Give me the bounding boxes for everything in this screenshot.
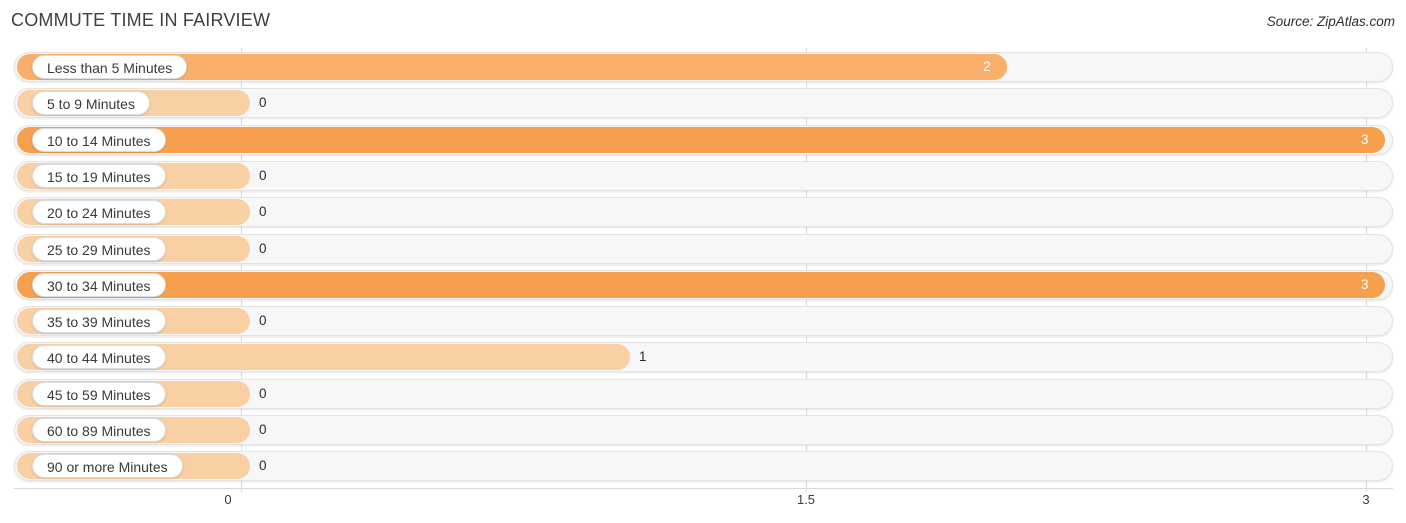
bar-category-label: Less than 5 Minutes (32, 55, 188, 79)
page-title: COMMUTE TIME IN FAIRVIEW (11, 10, 271, 30)
bar-fill (17, 271, 1385, 298)
axis-line (14, 488, 1393, 489)
bar-category-label: 35 to 39 Minutes (32, 309, 166, 334)
bar-value-label: 0 (259, 204, 267, 220)
bar-value-label: 0 (259, 422, 267, 437)
bar-row[interactable]: 0 5 to 9 Minutes (0, 88, 1406, 119)
source-attribution: Source: ZipAtlas.com (1266, 14, 1395, 29)
bar-row[interactable]: 0 35 to 39 Minutes (0, 306, 1406, 337)
x-axis: 0 1.5 3 (0, 488, 1406, 523)
bar-category-label: 25 to 29 Minutes (32, 236, 166, 261)
bar-value-label: 1 (639, 349, 647, 365)
bar-row[interactable]: 0 45 to 59 Minutes (0, 378, 1406, 409)
bar-category-label: 5 to 9 Minutes (32, 91, 150, 116)
bar-row[interactable]: 0 60 to 89 Minutes (0, 415, 1406, 445)
bar-row[interactable]: 3 30 to 34 Minutes (0, 269, 1406, 300)
bar-value-label: 2 (983, 59, 991, 74)
bar-value-label: 0 (259, 458, 267, 474)
bar-category-label: 40 to 44 Minutes (32, 345, 166, 370)
bar-category-label: 20 to 24 Minutes (32, 200, 166, 225)
bar-value-label: 3 (1361, 131, 1369, 147)
bar-row[interactable]: 0 90 or more Minutes (0, 451, 1406, 482)
plot-area: 2 Less than 5 Minutes 0 5 to 9 Minutes 3 10 t… (0, 48, 1406, 492)
bar-row[interactable]: 0 15 to 19 Minutes (0, 160, 1406, 191)
bar-row[interactable]: 1 40 to 44 Minutes (0, 342, 1406, 373)
axis-tick-label: 0 (224, 492, 232, 507)
bar-category-label: 45 to 59 Minutes (32, 381, 166, 406)
bar-value-label: 0 (259, 385, 267, 401)
bar-row[interactable]: 0 25 to 29 Minutes (0, 233, 1406, 264)
bar-row[interactable]: 0 20 to 24 Minutes (0, 197, 1406, 228)
bar-category-label: 15 to 19 Minutes (32, 163, 166, 188)
bar-value-label: 0 (259, 313, 267, 329)
bar-category-label: 60 to 89 Minutes (32, 418, 166, 442)
bar-value-label: 0 (259, 167, 267, 183)
bar-value-label: 3 (1361, 276, 1369, 292)
bar-category-label: 10 to 14 Minutes (32, 127, 166, 152)
bar-category-label: 90 or more Minutes (32, 454, 183, 479)
axis-tick-label: 1.5 (796, 492, 816, 507)
bar-category-label: 30 to 34 Minutes (32, 272, 166, 297)
bar-value-label: 0 (259, 95, 267, 111)
axis-tick-label: 3 (1362, 492, 1370, 507)
bar-value-label: 0 (259, 240, 267, 256)
bar-row[interactable]: 3 10 to 14 Minutes (0, 124, 1406, 155)
chart-container: COMMUTE TIME IN FAIRVIEW Source: ZipAtla… (0, 0, 1406, 523)
bar-fill (17, 126, 1385, 153)
bar-row[interactable]: 2 Less than 5 Minutes (0, 52, 1406, 82)
